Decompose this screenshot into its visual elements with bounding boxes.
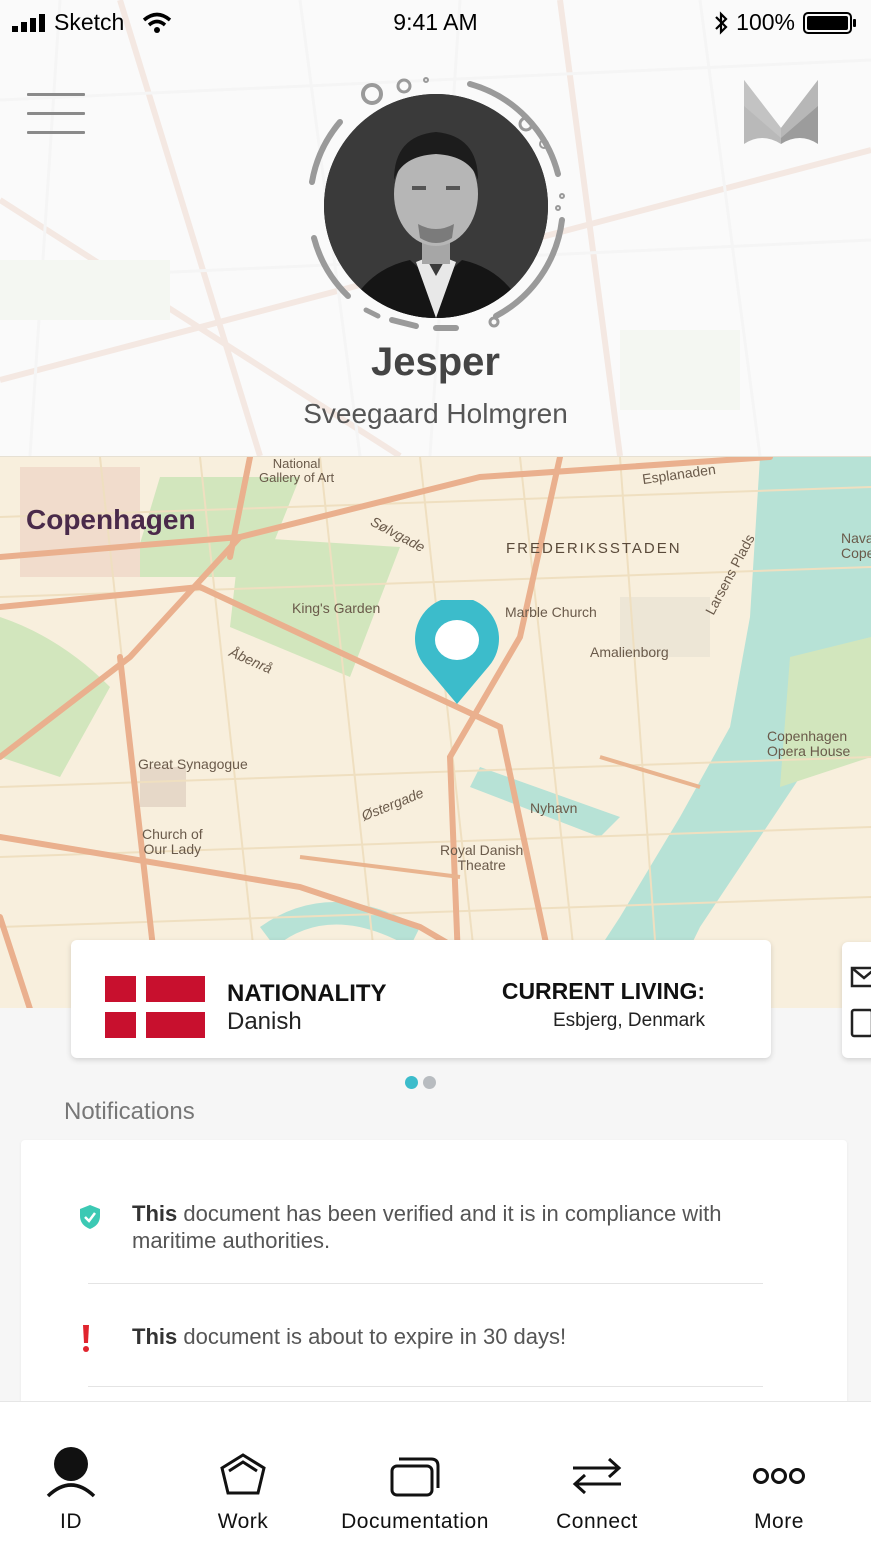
menu-line <box>27 112 85 115</box>
notification-text: This document has been verified and it i… <box>132 1200 772 1254</box>
nav-label: ID <box>60 1510 82 1533</box>
pager-dot-1[interactable] <box>405 1076 418 1089</box>
notification-item[interactable]: This document has been verified and it i… <box>21 1200 847 1260</box>
profile-last-name: Sveegaard Holmgren <box>303 398 568 429</box>
map-label: Church of Our Lady <box>142 826 203 858</box>
map-label: Copenhagen Opera House <box>767 728 851 760</box>
divider <box>88 1386 763 1387</box>
status-bar: Sketch 9:41 AM 100% <box>0 0 871 44</box>
map-label: King's Garden <box>292 600 381 616</box>
cards-icon <box>390 1457 440 1497</box>
map-label: Great Synagogue <box>138 756 248 772</box>
map-label: Nyhavn <box>530 800 578 816</box>
pager-dots <box>405 1076 436 1089</box>
verified-shield-icon <box>80 1205 100 1229</box>
current-living-value: Esbjerg, Denmark <box>552 1010 705 1031</box>
avatar-container[interactable] <box>300 70 572 342</box>
notification-item[interactable]: This document is about to expire in 30 d… <box>21 1323 847 1363</box>
m-logo-icon[interactable] <box>742 76 820 150</box>
nationality-card[interactable]: NATIONALITY Danish CURRENT LIVING: Esbje… <box>71 940 771 1058</box>
person-icon <box>46 1447 96 1498</box>
nav-item-work[interactable]: Work <box>172 1402 314 1546</box>
notification-text: This document is about to expire in 30 d… <box>132 1323 772 1350</box>
notifications-heading: Notifications <box>64 1098 195 1125</box>
nav-item-id[interactable]: ID <box>0 1402 142 1546</box>
notification-bold-text: This <box>132 1201 178 1226</box>
nav-item-documentation[interactable]: Documentation <box>332 1402 498 1546</box>
profile-header: Jesper Sveegaard Holmgren <box>0 0 871 456</box>
pager-dot-2[interactable] <box>423 1076 436 1089</box>
notification-body-text: document is about to expire in 30 days! <box>177 1324 567 1349</box>
denmark-flag-icon <box>105 976 205 1038</box>
map-label: Royal Danish Theatre <box>440 842 524 874</box>
flag-cross-vertical <box>136 976 146 1038</box>
current-living-title: CURRENT LIVING: <box>501 978 705 1004</box>
nationality-title: NATIONALITY <box>227 980 387 1007</box>
hamburger-menu-button[interactable] <box>27 93 85 137</box>
location-map[interactable]: National Gallery of Art Copenhagen Espla… <box>0 456 871 1008</box>
notification-bold-text: This <box>132 1324 178 1349</box>
pentagon-icon <box>220 1453 266 1495</box>
profile-photo-illustration <box>324 94 548 318</box>
battery-icon <box>803 11 856 34</box>
notification-body-text: document has been verified and it is in … <box>132 1201 722 1253</box>
more-circles-icon <box>753 1468 805 1484</box>
swap-arrows-icon <box>572 1457 622 1495</box>
divider <box>88 1283 763 1284</box>
map-label: Nava Cope <box>841 530 871 562</box>
nav-label: More <box>754 1510 804 1533</box>
nav-label: Connect <box>556 1510 638 1533</box>
menu-line <box>27 93 85 96</box>
map-label: Marble Church <box>505 604 597 620</box>
profile-first-name: Jesper <box>371 340 500 384</box>
menu-line <box>27 131 85 134</box>
nav-item-connect[interactable]: Connect <box>526 1402 668 1546</box>
bluetooth-icon <box>715 10 728 35</box>
notifications-list: This document has been verified and it i… <box>21 1140 847 1420</box>
location-pin-icon[interactable] <box>413 600 501 704</box>
bottom-navigation: ID Work Documentation Connect More <box>0 1401 871 1546</box>
map-label: FREDERIKSSTADEN <box>506 540 682 557</box>
map-label: National Gallery of Art <box>259 456 335 486</box>
nav-item-more[interactable]: More <box>708 1402 850 1546</box>
mail-icon <box>850 966 871 1038</box>
profile-photo <box>324 94 548 318</box>
nav-label: Documentation <box>341 1510 489 1533</box>
flag-cross-horizontal <box>105 1002 205 1012</box>
alert-icon <box>83 1325 89 1352</box>
battery-percent: 100% <box>736 9 795 35</box>
map-label-city: Copenhagen <box>26 504 196 535</box>
map-label: Amalienborg <box>590 644 669 660</box>
nationality-value: Danish <box>227 1008 302 1035</box>
nav-label: Work <box>217 1510 269 1533</box>
next-card-peek[interactable] <box>842 942 871 1058</box>
